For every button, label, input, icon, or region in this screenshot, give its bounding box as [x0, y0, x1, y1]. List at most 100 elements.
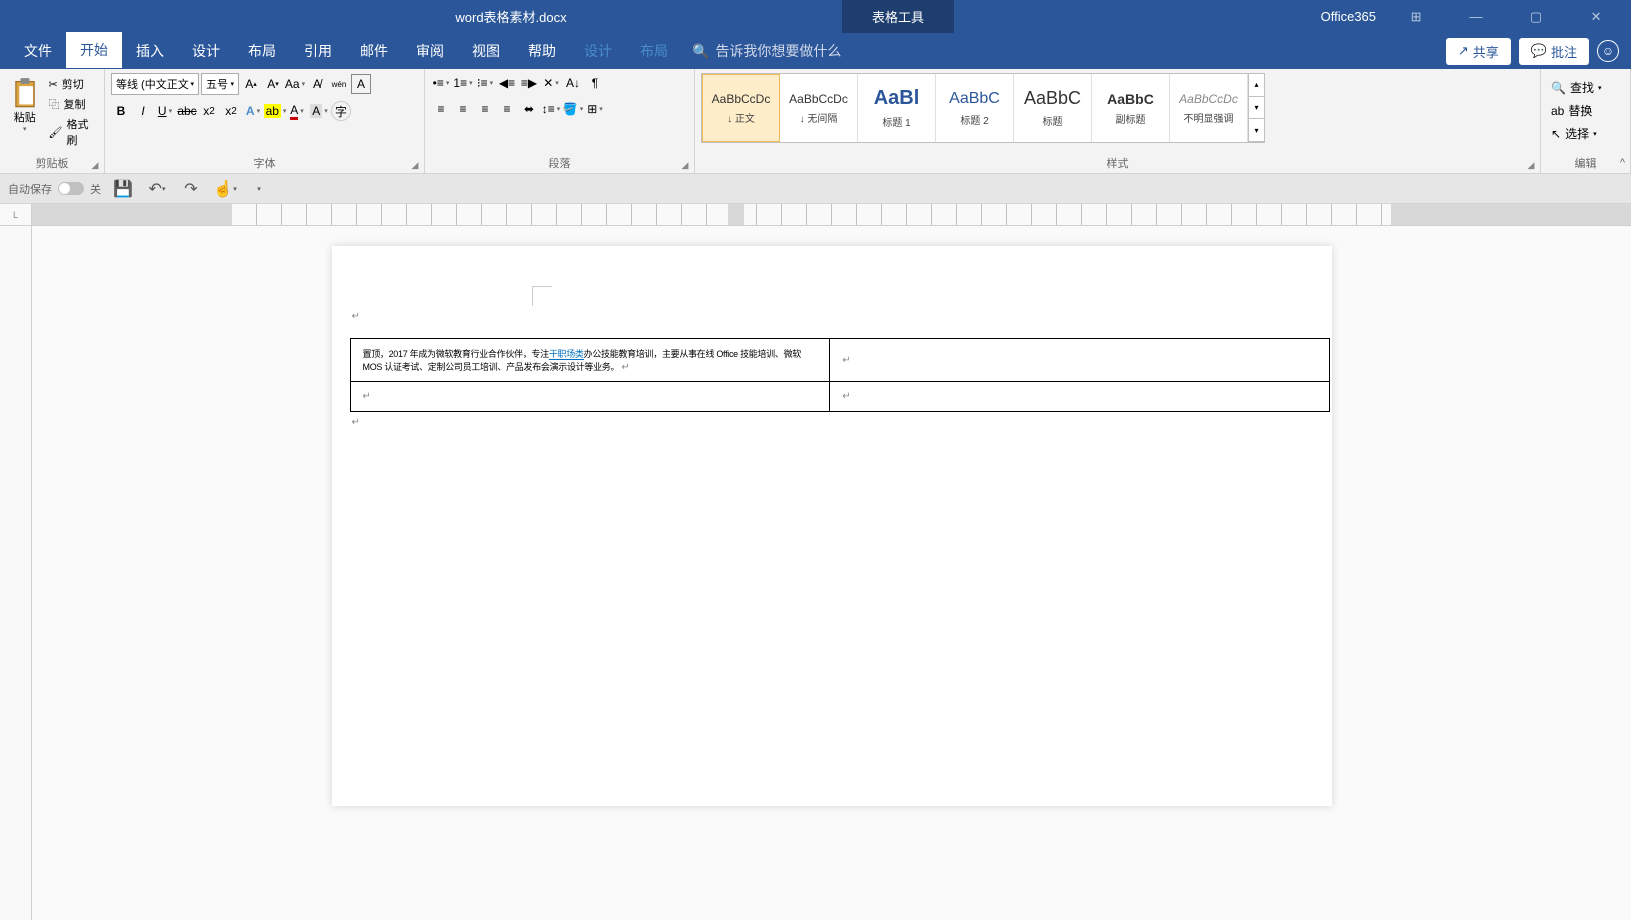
quick-access-toolbar: 自动保存 关 💾 ↶▾ ↷ ☝▾ ▾	[0, 174, 1631, 204]
tab-insert[interactable]: 插入	[122, 33, 178, 69]
share-button[interactable]: ↗ 共享	[1446, 38, 1511, 65]
tab-help[interactable]: 帮助	[514, 33, 570, 69]
strikethrough-button[interactable]: abc	[177, 101, 197, 121]
table-cell[interactable]: ↵	[830, 382, 1329, 412]
autosave-toggle[interactable]: 自动保存 关	[8, 181, 101, 197]
customize-qat-button[interactable]: ▾	[247, 177, 271, 201]
collapse-ribbon-button[interactable]: ^	[1620, 157, 1625, 169]
justify-button[interactable]: ≡	[497, 99, 517, 119]
gallery-up-button[interactable]: ▴	[1249, 74, 1264, 97]
align-left-button[interactable]: ≡	[431, 99, 451, 119]
italic-button[interactable]: I	[133, 101, 153, 121]
paste-button[interactable]: 粘贴 ▾	[6, 73, 44, 155]
tab-design[interactable]: 设计	[178, 33, 234, 69]
tellme-search[interactable]: 🔍 告诉我你想要做什么	[692, 41, 841, 61]
redo-button[interactable]: ↷	[179, 177, 203, 201]
gallery-more-button[interactable]: ▾	[1249, 119, 1264, 142]
shrink-font-button[interactable]: A▾	[263, 74, 283, 94]
font-size-combo[interactable]: 五号▾	[201, 73, 239, 95]
find-button[interactable]: 🔍查找 ▾	[1547, 77, 1624, 98]
highlight-button[interactable]: ab	[265, 101, 285, 121]
tab-home[interactable]: 开始	[66, 32, 122, 70]
font-color-button[interactable]: A	[287, 101, 307, 121]
tab-review[interactable]: 审阅	[402, 33, 458, 69]
tab-mail[interactable]: 邮件	[346, 33, 402, 69]
clear-formatting-button[interactable]: A̸	[307, 74, 327, 94]
table-cell[interactable]: ↵	[830, 339, 1329, 382]
decrease-indent-button[interactable]: ◀≡	[497, 73, 517, 93]
document-title: word表格素材.docx	[0, 7, 842, 26]
replace-button[interactable]: ab替换	[1547, 100, 1624, 121]
account-icon[interactable]: ⊞	[1396, 2, 1436, 32]
align-center-button[interactable]: ≡	[453, 99, 473, 119]
shading-button[interactable]: 🪣	[563, 99, 583, 119]
table-row[interactable]: ↵ ↵	[350, 382, 1329, 412]
tab-table-layout[interactable]: 布局	[626, 33, 682, 69]
text-effects-button[interactable]: A	[243, 101, 263, 121]
enclose-characters-button[interactable]: 字	[331, 101, 351, 121]
tab-table-design[interactable]: 设计	[570, 33, 626, 69]
style-heading1[interactable]: AaBl 标题 1	[858, 74, 936, 142]
underline-button[interactable]: U	[155, 101, 175, 121]
paragraph-dialog-launcher[interactable]: ◢	[678, 158, 692, 172]
style-title[interactable]: AaBbC 标题	[1014, 74, 1092, 142]
undo-button[interactable]: ↶▾	[145, 177, 169, 201]
tab-view[interactable]: 视图	[458, 33, 514, 69]
multilevel-list-button[interactable]: ⁝≡	[475, 73, 495, 93]
change-case-button[interactable]: Aa	[285, 74, 305, 94]
superscript-button[interactable]: x2	[221, 101, 241, 121]
table-cell[interactable]: 置顶，2017 年成为微软教育行业合作伙伴，专注干职场类办公技能教育培训，主要从…	[350, 339, 830, 382]
cut-button[interactable]: ✂剪切	[46, 75, 99, 93]
asian-layout-button[interactable]: ✕	[541, 73, 561, 93]
align-right-button[interactable]: ≡	[475, 99, 495, 119]
style-no-spacing[interactable]: AaBbCcDc ↓ 无间隔	[780, 74, 858, 142]
search-icon: 🔍	[1551, 81, 1566, 95]
grow-font-button[interactable]: A▴	[241, 74, 261, 94]
character-shading-button[interactable]: A	[309, 101, 329, 121]
phonetic-guide-button[interactable]: wén	[329, 74, 349, 94]
select-button[interactable]: ↖选择 ▾	[1547, 123, 1624, 144]
feedback-smiley-icon[interactable]: ☺	[1597, 40, 1619, 62]
table-cell[interactable]: ↵	[350, 382, 830, 412]
bold-button[interactable]: B	[111, 101, 131, 121]
comments-button[interactable]: 💬 批注	[1519, 38, 1589, 65]
style-normal[interactable]: AaBbCcDc ↓ 正文	[702, 74, 780, 142]
document-page[interactable]: ↵ 置顶，2017 年成为微软教育行业合作伙伴，专注干职场类办公技能教育培训，主…	[332, 246, 1332, 806]
close-button[interactable]: ✕	[1576, 2, 1616, 32]
minimize-button[interactable]: —	[1456, 2, 1496, 32]
tab-file[interactable]: 文件	[10, 33, 66, 69]
font-name-combo[interactable]: 等线 (中文正文▾	[111, 73, 199, 95]
tab-references[interactable]: 引用	[290, 33, 346, 69]
numbering-button[interactable]: 1≡	[453, 73, 473, 93]
line-spacing-button[interactable]: ↕≡	[541, 99, 561, 119]
font-dialog-launcher[interactable]: ◢	[408, 158, 422, 172]
touch-mode-button[interactable]: ☝▾	[213, 177, 237, 201]
document-table[interactable]: 置顶，2017 年成为微软教育行业合作伙伴，专注干职场类办公技能教育培训，主要从…	[350, 338, 1330, 412]
page-viewport[interactable]: ↵ 置顶，2017 年成为微软教育行业合作伙伴，专注干职场类办公技能教育培训，主…	[32, 226, 1631, 920]
maximize-button[interactable]: ▢	[1516, 2, 1556, 32]
subscript-button[interactable]: x2	[199, 101, 219, 121]
show-marks-button[interactable]: ¶	[585, 73, 605, 93]
paragraph-mark-icon: ↵	[621, 362, 629, 373]
clipboard-dialog-launcher[interactable]: ◢	[88, 158, 102, 172]
bullets-button[interactable]: •≡	[431, 73, 451, 93]
sort-button[interactable]: A↓	[563, 73, 583, 93]
character-border-button[interactable]: A	[351, 74, 371, 94]
tab-layout[interactable]: 布局	[234, 33, 290, 69]
gallery-down-button[interactable]: ▾	[1249, 97, 1264, 120]
increase-indent-button[interactable]: ≡▶	[519, 73, 539, 93]
style-subtle-emphasis[interactable]: AaBbCcDc 不明显强调	[1170, 74, 1248, 142]
distributed-button[interactable]: ⬌	[519, 99, 539, 119]
format-painter-button[interactable]: 🖌格式刷	[46, 115, 99, 149]
group-label-clipboard: 剪贴板	[6, 155, 98, 173]
styles-dialog-launcher[interactable]: ◢	[1524, 158, 1538, 172]
style-subtitle[interactable]: AaBbC 副标题	[1092, 74, 1170, 142]
copy-button[interactable]: ⿻复制	[46, 95, 99, 113]
ribbon-tabs: 文件 开始 插入 设计 布局 引用 邮件 审阅 视图 帮助 设计 布局 🔍 告诉…	[0, 33, 1631, 69]
style-heading2[interactable]: AaBbC 标题 2	[936, 74, 1014, 142]
borders-button[interactable]: ⊞	[585, 99, 605, 119]
vertical-ruler[interactable]	[0, 226, 32, 920]
horizontal-ruler[interactable]: L	[0, 204, 1631, 226]
table-row[interactable]: 置顶，2017 年成为微软教育行业合作伙伴，专注干职场类办公技能教育培训，主要从…	[350, 339, 1329, 382]
save-button[interactable]: 💾	[111, 177, 135, 201]
